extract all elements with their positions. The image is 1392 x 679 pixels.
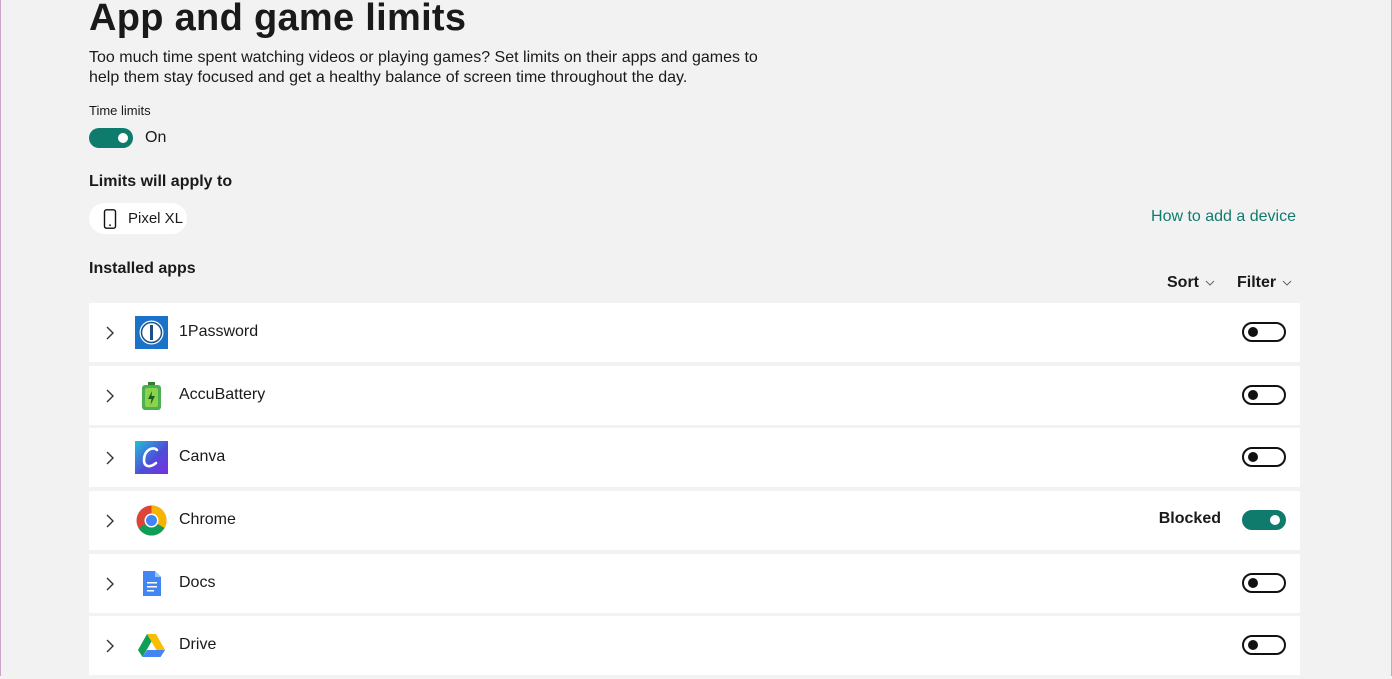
app-status: Blocked [1158,510,1221,528]
device-chip[interactable]: Pixel XL [89,203,187,234]
filter-label: Filter [1237,274,1277,291]
app-row-1password[interactable]: 1Password [89,303,1300,362]
time-limits-label: Time limits [89,103,151,118]
app-name: Canva [179,448,226,466]
toggle-knob [1270,515,1280,526]
installed-apps-list: 1Password AccuBattery Canva Chrome Block… [89,303,1300,679]
device-name: Pixel XL [128,210,184,227]
1password-icon [135,316,168,349]
chevron-right-icon[interactable] [105,576,115,592]
chevron-right-icon[interactable] [105,450,115,466]
toggle-knob [1248,327,1258,337]
phone-icon [103,208,117,229]
app-limit-toggle[interactable] [1242,572,1286,593]
app-name: Drive [179,636,217,654]
app-name: 1Password [179,323,259,340]
page-title: App and game limits [89,0,467,39]
app-name: AccuBattery [179,385,266,403]
time-limits-toggle[interactable] [89,128,133,148]
installed-apps-heading: Installed apps [89,260,196,277]
app-row-canva[interactable]: Canva [89,428,1300,488]
app-name: Docs [179,573,216,591]
chevron-right-icon[interactable] [105,325,115,341]
toggle-knob [1248,577,1258,588]
chrome-icon [136,505,167,536]
how-to-add-device-link[interactable]: How to add a device [1151,208,1296,226]
toggle-knob [118,133,128,143]
canva-icon [135,441,168,475]
time-limits-state: On [145,129,167,146]
app-name: Chrome [179,511,236,529]
chevron-right-icon[interactable] [105,388,115,404]
drive-icon [138,634,165,658]
app-limit-toggle[interactable] [1242,322,1286,342]
app-limit-toggle[interactable] [1242,447,1286,468]
limits-apply-heading: Limits will apply to [89,173,233,190]
toggle-knob [1248,389,1258,400]
accubattery-icon [142,381,161,410]
chevron-down-icon [1282,280,1292,286]
filter-button[interactable]: Filter [1237,274,1292,292]
page-description: Too much time spent watching videos or p… [89,49,758,86]
chevron-right-icon[interactable] [105,513,115,529]
toggle-knob [1248,640,1258,651]
docs-icon [143,570,161,596]
sort-button[interactable]: Sort [1167,274,1215,292]
app-limit-toggle[interactable] [1242,384,1286,405]
app-row-accubattery[interactable]: AccuBattery [89,365,1300,425]
chevron-right-icon[interactable] [105,638,115,654]
chevron-down-icon [1205,280,1215,286]
app-row-docs[interactable]: Docs [89,553,1300,613]
app-limit-toggle[interactable] [1242,510,1286,531]
sort-label: Sort [1167,274,1199,291]
toggle-knob [1248,452,1258,463]
app-row-drive[interactable]: Drive [89,616,1300,676]
app-row-chrome[interactable]: Chrome Blocked [89,491,1300,551]
app-limit-toggle[interactable] [1242,635,1286,656]
